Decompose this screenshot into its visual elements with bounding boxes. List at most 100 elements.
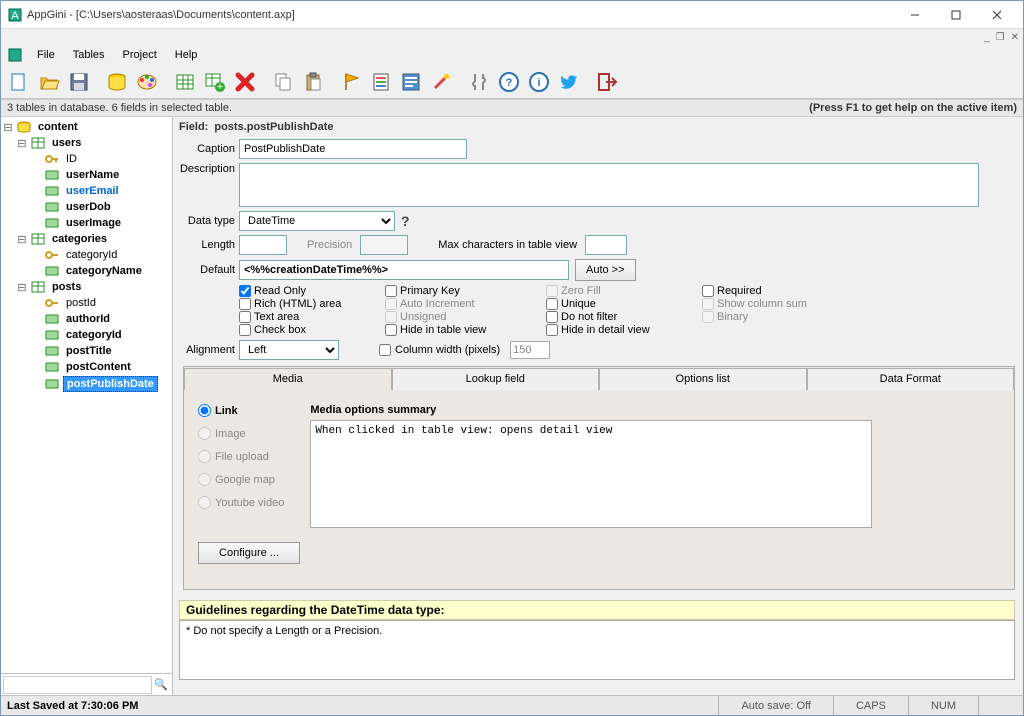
minimize-button[interactable]	[895, 4, 935, 26]
tree-field[interactable]: postTitle	[63, 344, 115, 358]
cb-pk[interactable]: Primary Key	[385, 285, 540, 297]
tree-field[interactable]: categoryId	[63, 248, 120, 262]
tree-field[interactable]: authorId	[63, 312, 113, 326]
help-icon[interactable]: ?	[401, 213, 410, 229]
close-button[interactable]	[977, 4, 1017, 26]
maximize-button[interactable]	[936, 4, 976, 26]
auto-button[interactable]: Auto >>	[575, 259, 636, 281]
guidelines-title: Guidelines regarding the DateTime data t…	[179, 600, 1015, 620]
flag-button[interactable]	[337, 68, 365, 96]
expand-icon[interactable]: ⊟	[3, 121, 13, 134]
tree-search-input[interactable]	[3, 676, 152, 694]
cb-unique[interactable]: Unique	[546, 298, 696, 310]
open-button[interactable]	[35, 68, 63, 96]
menubar: File Tables Project Help	[1, 45, 1023, 65]
table-icon	[30, 280, 46, 294]
cb-readonly[interactable]: Read Only	[239, 285, 379, 297]
cb-rich[interactable]: Rich (HTML) area	[239, 298, 379, 310]
add-table-button[interactable]: +	[201, 68, 229, 96]
caption-label: Caption	[179, 143, 235, 155]
mdi-restore-icon[interactable]: ❐	[996, 32, 1005, 43]
alignment-label: Alignment	[179, 344, 235, 356]
expand-icon[interactable]: ⊟	[17, 233, 27, 246]
paste-button[interactable]	[299, 68, 327, 96]
tree[interactable]: ⊟ content ⊟ users ID userName userEmail us…	[1, 117, 172, 673]
menu-app-icon	[7, 47, 23, 63]
cb-checkbox[interactable]: Check box	[239, 324, 379, 336]
configure-button[interactable]: Configure ...	[198, 542, 300, 564]
radio-youtube: Youtube video	[198, 496, 284, 509]
cb-colwidth[interactable]: Column width (pixels)	[379, 344, 500, 356]
tree-field[interactable]: userEmail	[63, 184, 122, 198]
tree-field-selected[interactable]: postPublishDate	[63, 376, 158, 392]
expand-icon[interactable]: ⊟	[17, 137, 27, 150]
menu-help[interactable]: Help	[167, 47, 206, 63]
cb-nofilter[interactable]: Do not filter	[546, 311, 696, 323]
delete-button[interactable]	[231, 68, 259, 96]
tree-field[interactable]: postContent	[63, 360, 134, 374]
description-input[interactable]	[239, 163, 979, 207]
expand-icon[interactable]: ⊟	[17, 281, 27, 294]
tools-button[interactable]	[465, 68, 493, 96]
save-button[interactable]	[65, 68, 93, 96]
status-line: 3 tables in database. 6 fields in select…	[1, 99, 1023, 117]
exit-button[interactable]	[593, 68, 621, 96]
radio-link[interactable]: Link	[198, 404, 284, 417]
cb-required[interactable]: Required	[702, 285, 852, 297]
tree-field[interactable]: postId	[63, 296, 99, 310]
cb-textarea[interactable]: Text area	[239, 311, 379, 323]
caption-input[interactable]	[239, 139, 467, 159]
cb-hidetv[interactable]: Hide in table view	[385, 324, 540, 336]
menu-project[interactable]: Project	[115, 47, 165, 63]
precision-input[interactable]	[360, 235, 408, 255]
menu-file[interactable]: File	[29, 47, 63, 63]
tree-root[interactable]: content	[35, 120, 81, 134]
db-button[interactable]	[103, 68, 131, 96]
svg-text:A: A	[11, 10, 19, 22]
menu-tables[interactable]: Tables	[65, 47, 113, 63]
tab-options[interactable]: Options list	[599, 368, 807, 390]
tree-posts[interactable]: posts	[49, 280, 84, 294]
mdi-close-icon[interactable]: ✕	[1011, 32, 1019, 43]
tree-field[interactable]: categoryName	[63, 264, 145, 278]
cb-showsum: Show column sum	[702, 298, 852, 310]
table-icon	[30, 136, 46, 150]
tree-field[interactable]: userDob	[63, 200, 114, 214]
twitter-button[interactable]	[555, 68, 583, 96]
tree-field[interactable]: ID	[63, 152, 80, 166]
length-input[interactable]	[239, 235, 287, 255]
tab-dataformat[interactable]: Data Format	[807, 368, 1015, 390]
tree-field[interactable]: categoryId	[63, 328, 125, 342]
default-input[interactable]	[239, 260, 569, 280]
tree-search: 🔍	[1, 673, 172, 695]
info-button[interactable]: i	[525, 68, 553, 96]
maxchars-input[interactable]	[585, 235, 627, 255]
help-button[interactable]: ?	[495, 68, 523, 96]
cb-hidedv[interactable]: Hide in detail view	[546, 324, 696, 336]
cb-zerofill: Zero Fill	[546, 285, 696, 297]
field-icon	[44, 360, 60, 374]
toolbar: + ? i	[1, 65, 1023, 99]
wand-button[interactable]	[427, 68, 455, 96]
field-icon	[44, 328, 60, 342]
tree-field[interactable]: userImage	[63, 216, 124, 230]
mdi-minimize-icon[interactable]: _	[984, 32, 990, 43]
datatype-label: Data type	[179, 215, 235, 227]
tab-lookup[interactable]: Lookup field	[392, 368, 600, 390]
style-button[interactable]	[133, 68, 161, 96]
new-button[interactable]	[5, 68, 33, 96]
footer-num: NUM	[908, 696, 978, 715]
table-button[interactable]	[171, 68, 199, 96]
colwidth-input[interactable]	[510, 341, 550, 359]
report-button[interactable]	[367, 68, 395, 96]
copy-button[interactable]	[269, 68, 297, 96]
form-button[interactable]	[397, 68, 425, 96]
search-icon[interactable]: 🔍	[152, 678, 170, 691]
guidelines-body: * Do not specify a Length or a Precision…	[179, 620, 1015, 680]
tree-categories[interactable]: categories	[49, 232, 110, 246]
tree-users[interactable]: users	[49, 136, 84, 150]
tab-media[interactable]: Media	[184, 368, 392, 390]
alignment-select[interactable]: Left	[239, 340, 339, 360]
tree-field[interactable]: userName	[63, 168, 122, 182]
datatype-select[interactable]: DateTime	[239, 211, 395, 231]
